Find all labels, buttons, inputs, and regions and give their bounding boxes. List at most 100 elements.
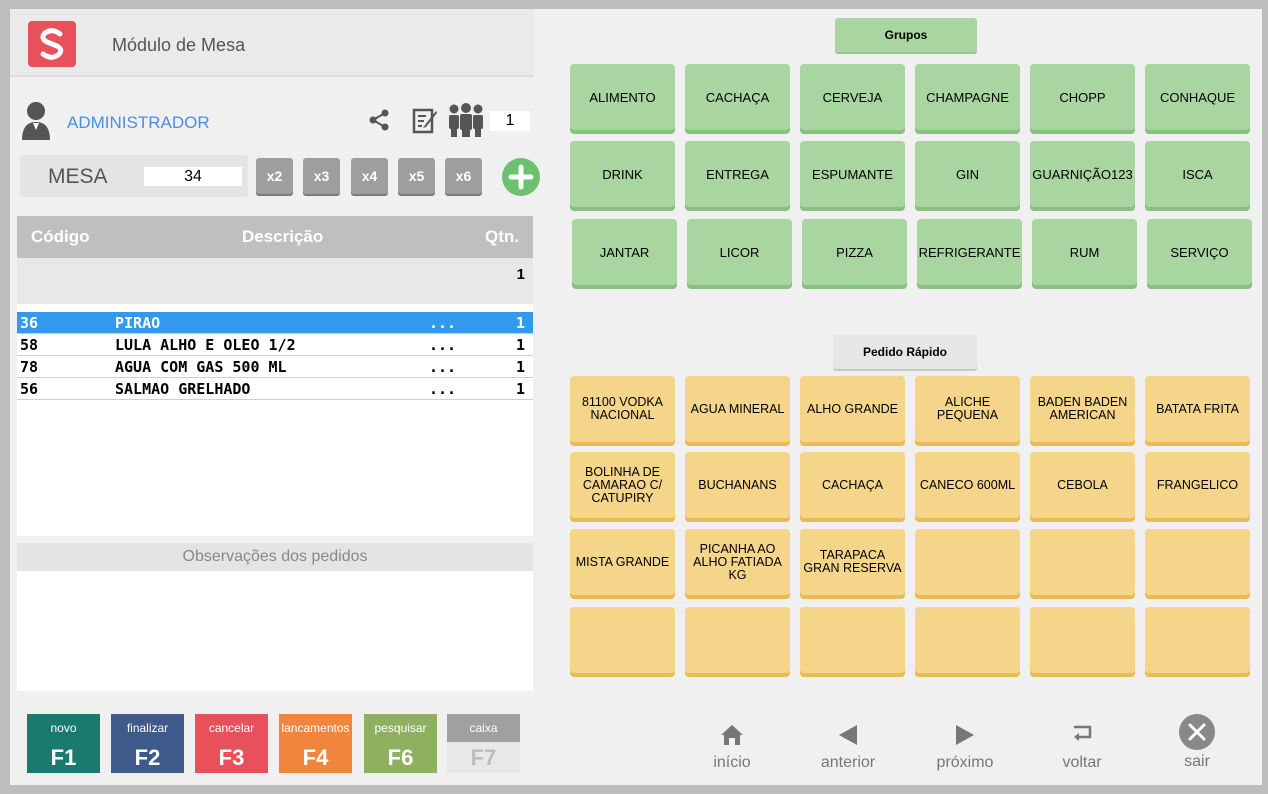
nav-close-button[interactable]: sair: [1152, 714, 1242, 778]
quick-order-button[interactable]: CACHAÇA: [800, 452, 905, 518]
mesa-box: MESA 34: [20, 155, 248, 197]
quick-order-empty-slot[interactable]: [915, 529, 1020, 595]
quick-order-empty-slot[interactable]: [685, 607, 790, 673]
quick-order-button[interactable]: BOLINHA DE CAMARAO C/ CATUPIRY: [570, 452, 675, 518]
function-key-shortcut: F6: [387, 745, 414, 770]
nav-return-button[interactable]: voltar: [1037, 714, 1127, 778]
row-more: ...: [429, 380, 457, 398]
group-button[interactable]: CHAMPAGNE: [915, 64, 1020, 130]
function-key-f4[interactable]: lancamentos F4: [279, 714, 352, 773]
group-button[interactable]: JANTAR: [572, 219, 677, 285]
quick-order-empty-slot[interactable]: [915, 607, 1020, 673]
quick-order-button[interactable]: MISTA GRANDE: [570, 529, 675, 595]
quick-order-button[interactable]: CEBOLA: [1030, 452, 1135, 518]
function-key-label: novo: [50, 721, 77, 735]
column-code: Código: [31, 227, 90, 246]
table-row[interactable]: 78 AGUA COM GAS 500 ML... 1: [17, 356, 533, 378]
quick-order-button[interactable]: ALHO GRANDE: [800, 376, 905, 442]
groups-title-button[interactable]: Grupos: [835, 18, 977, 52]
multiplier-button-x4[interactable]: x4: [351, 158, 388, 194]
multiplier-button-x3[interactable]: x3: [303, 158, 340, 194]
user-row: ADMINISTRADOR 1: [10, 97, 534, 147]
row-code: 78: [20, 358, 39, 376]
group-button[interactable]: REFRIGERANTE: [917, 219, 1022, 285]
subtotal-qty: 1: [516, 266, 525, 283]
quick-order-button[interactable]: BUCHANANS: [685, 452, 790, 518]
group-button[interactable]: DRINK: [570, 141, 675, 207]
nav-arrow-left-button[interactable]: anterior: [803, 714, 893, 778]
quick-order-button[interactable]: BATATA FRITA: [1145, 376, 1250, 442]
table-row[interactable]: 56 SALMAO GRELHADO... 1: [17, 378, 533, 400]
group-button[interactable]: CERVEJA: [800, 64, 905, 130]
group-button[interactable]: GUARNIÇÃO123: [1030, 141, 1135, 207]
nav-label: próximo: [936, 754, 994, 771]
column-qty: Qtn.: [485, 227, 519, 246]
multiplier-button-x5[interactable]: x5: [398, 158, 435, 194]
quick-order-empty-slot[interactable]: [1145, 607, 1250, 673]
quick-order-button[interactable]: 81100 VODKA NACIONAL: [570, 376, 675, 442]
quick-order-empty-slot[interactable]: [1145, 529, 1250, 595]
group-button[interactable]: CHOPP: [1030, 64, 1135, 130]
function-key-f2[interactable]: finalizar F2: [111, 714, 184, 773]
row-description: AGUA COM GAS 500 ML: [115, 358, 287, 376]
group-button[interactable]: CACHAÇA: [685, 64, 790, 130]
group-button[interactable]: CONHAQUE: [1145, 64, 1250, 130]
mesa-label: MESA: [48, 165, 108, 188]
user-avatar-icon: [20, 100, 52, 145]
quick-order-button[interactable]: CANECO 600ML: [915, 452, 1020, 518]
mesa-number-input[interactable]: 34: [144, 167, 242, 186]
user-name: ADMINISTRADOR: [67, 113, 210, 132]
row-more: ...: [429, 336, 457, 354]
row-code: 36: [20, 314, 39, 332]
nav-home-button[interactable]: início: [687, 714, 777, 778]
share-icon[interactable]: [368, 109, 390, 136]
add-icon[interactable]: [502, 158, 540, 196]
table-row[interactable]: 58 LULA ALHO E OLEO 1/2... 1: [17, 334, 533, 356]
group-button[interactable]: ENTREGA: [685, 141, 790, 207]
function-key-shortcut: F4: [302, 745, 329, 770]
observations-textarea[interactable]: [17, 571, 533, 691]
people-icon[interactable]: [447, 103, 485, 142]
nav-label: início: [713, 754, 751, 771]
people-count-input[interactable]: 1: [490, 111, 530, 131]
row-qty: 1: [515, 380, 525, 398]
quick-order-empty-slot[interactable]: [570, 607, 675, 673]
group-button[interactable]: GIN: [915, 141, 1020, 207]
nav-label: sair: [1184, 753, 1210, 770]
multiplier-button-x6[interactable]: x6: [445, 158, 482, 194]
function-key-f7[interactable]: caixa F7: [447, 714, 520, 773]
group-button[interactable]: RUM: [1032, 219, 1137, 285]
group-button[interactable]: LICOR: [687, 219, 792, 285]
function-key-f3[interactable]: cancelar F3: [195, 714, 268, 773]
table-row[interactable]: 36 PIRAO... 1: [17, 312, 533, 334]
function-key-f1[interactable]: novo F1: [27, 714, 100, 773]
multiplier-button-x2[interactable]: x2: [256, 158, 293, 194]
quick-order-empty-slot[interactable]: [1030, 529, 1135, 595]
edit-icon[interactable]: [412, 106, 438, 139]
group-button[interactable]: ISCA: [1145, 141, 1250, 207]
close-icon: [1152, 713, 1242, 753]
function-key-f6[interactable]: pesquisar F6: [364, 714, 437, 773]
quick-order-button[interactable]: FRANGELICO: [1145, 452, 1250, 518]
quick-order-button[interactable]: ALICHE PEQUENA: [915, 376, 1020, 442]
quick-order-button[interactable]: TARAPACA GRAN RESERVA: [800, 529, 905, 595]
group-button[interactable]: PIZZA: [802, 219, 907, 285]
top-bar: Módulo de Mesa: [10, 9, 534, 77]
quick-order-title-button[interactable]: Pedido Rápido: [833, 335, 977, 369]
quick-order-button[interactable]: AGUA MINERAL: [685, 376, 790, 442]
quick-order-empty-slot[interactable]: [1030, 607, 1135, 673]
left-panel: Módulo de Mesa ADMINISTRADOR 1 MESA 34 x…: [10, 9, 540, 785]
group-button[interactable]: SERVIÇO: [1147, 219, 1252, 285]
app-window: Módulo de Mesa ADMINISTRADOR 1 MESA 34 x…: [10, 9, 1262, 785]
group-button[interactable]: ESPUMANTE: [800, 141, 905, 207]
mesa-row: MESA 34 x2 x3 x4 x5 x6: [20, 155, 540, 201]
quick-order-button[interactable]: PICANHA AO ALHO FATIADA KG: [685, 529, 790, 595]
row-qty: 1: [515, 358, 525, 376]
nav-label: voltar: [1062, 754, 1102, 771]
quick-order-button[interactable]: BADEN BADEN AMERICAN: [1030, 376, 1135, 442]
items-table: Código Descrição Qtn. 1 36 PIRAO... 1 58 LUL…: [17, 216, 533, 536]
quick-order-empty-slot[interactable]: [800, 607, 905, 673]
nav-arrow-right-button[interactable]: próximo: [920, 714, 1010, 778]
function-key-label: finalizar: [126, 721, 169, 735]
group-button[interactable]: ALIMENTO: [570, 64, 675, 130]
